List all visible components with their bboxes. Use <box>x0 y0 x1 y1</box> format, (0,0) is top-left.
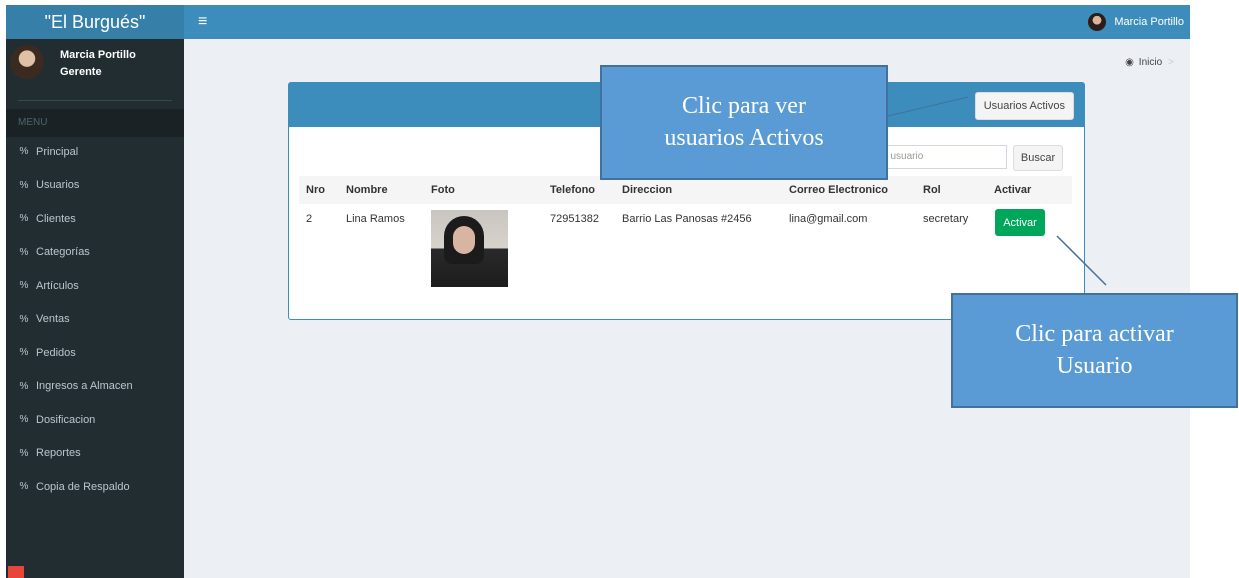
breadcrumb-separator: > <box>1168 57 1174 68</box>
sidebar-item-label: Principal <box>36 145 79 158</box>
sidebar-item-articulos[interactable]: % Artículos <box>6 269 184 303</box>
sidebar-item-label: Artículos <box>36 279 79 292</box>
user-avatar <box>10 45 44 79</box>
sidebar-item-categorias[interactable]: % Categorías <box>6 236 184 270</box>
column-header-correo: Correo Electronico <box>789 184 889 196</box>
sidebar-item-label: Categorías <box>36 246 90 259</box>
search-button[interactable]: Buscar <box>1013 145 1063 171</box>
column-header-direccion: Direccion <box>622 184 673 196</box>
callout-text: Clic para ver usuarios Activos <box>664 91 823 153</box>
callout-view-active-users: Clic para ver usuarios Activos <box>600 65 888 180</box>
divider <box>18 100 172 101</box>
sidebar-item-label: Ventas <box>36 313 70 326</box>
sidebar-item-label: Pedidos <box>36 346 76 359</box>
sidebar-item-dosificacion[interactable]: % Dosificacion <box>6 403 184 437</box>
link-icon: % <box>19 246 29 258</box>
active-users-button[interactable]: Usuarios Activos <box>974 92 1074 120</box>
app-window: "El Burgués" ≡ Marcia Portillo Marcia Po… <box>6 5 1190 578</box>
table-header <box>299 176 1072 204</box>
dashboard-icon: ◉ <box>1125 57 1134 68</box>
breadcrumb: ◉ Inicio > <box>1125 57 1174 68</box>
link-icon: % <box>19 146 29 158</box>
sidebar-item-label: Usuarios <box>36 179 80 192</box>
sidebar-user-role: Gerente <box>60 66 102 78</box>
sidebar-item-usuarios[interactable]: % Usuarios <box>6 169 184 203</box>
sidebar-item-principal[interactable]: % Principal <box>6 135 184 169</box>
hamburger-menu-icon[interactable]: ≡ <box>198 12 207 32</box>
user-panel: Marcia Portillo Gerente <box>6 39 184 99</box>
callout-activate-user: Clic para activar Usuario <box>951 293 1238 408</box>
callout-line: usuarios Activos <box>664 124 824 151</box>
cell-nro: 2 <box>306 213 313 225</box>
callout-line: Clic para ver <box>682 93 806 120</box>
sidebar-item-ingresos[interactable]: % Ingresos a Almacen <box>6 370 184 404</box>
link-icon: % <box>19 380 29 392</box>
photo-face <box>453 226 475 254</box>
sidebar-item-label: Dosificacion <box>36 413 96 426</box>
sidebar: Marcia Portillo Gerente MENU % Principal … <box>6 39 184 578</box>
activate-user-button[interactable]: Activar <box>995 209 1045 236</box>
sidebar-item-label: Reportes <box>36 447 81 460</box>
column-header-foto: Foto <box>431 184 455 196</box>
sidebar-item-respaldo[interactable]: % Copia de Respaldo <box>6 470 184 504</box>
link-icon: % <box>19 447 29 459</box>
column-header-rol: Rol <box>923 184 941 196</box>
top-navbar: ≡ Marcia Portillo <box>184 5 1190 39</box>
sidebar-item-pedidos[interactable]: % Pedidos <box>6 336 184 370</box>
callout-text: Clic para activar Usuario <box>1015 319 1174 381</box>
user-menu-name: Marcia Portillo <box>1114 16 1184 28</box>
sidebar-item-label: Copia de Respaldo <box>36 480 130 493</box>
sidebar-item-label: Clientes <box>36 212 76 225</box>
user-photo <box>431 210 508 287</box>
link-icon: % <box>19 213 29 225</box>
sidebar-menu: % Principal % Usuarios % Clientes % Categorí… <box>6 135 184 504</box>
sidebar-item-reportes[interactable]: % Reportes <box>6 437 184 471</box>
brand-logo[interactable]: "El Burgués" <box>6 5 184 39</box>
link-icon: % <box>19 347 29 359</box>
column-header-nombre: Nombre <box>346 184 388 196</box>
app-corner-icon[interactable] <box>8 566 24 578</box>
link-icon: % <box>19 414 29 426</box>
sidebar-item-label: Ingresos a Almacen <box>36 380 133 393</box>
callout-line: Clic para activar <box>1015 321 1174 348</box>
column-header-telefono: Telefono <box>550 184 596 196</box>
sidebar-item-ventas[interactable]: % Ventas <box>6 303 184 337</box>
breadcrumb-home[interactable]: Inicio <box>1139 57 1162 68</box>
cell-telefono: 72951382 <box>550 213 599 225</box>
cell-direccion: Barrio Las Panosas #2456 <box>622 213 752 225</box>
link-icon: % <box>19 481 29 493</box>
link-icon: % <box>19 179 29 191</box>
link-icon: % <box>19 280 29 292</box>
sidebar-user-name: Marcia Portillo <box>60 49 136 61</box>
user-menu[interactable]: Marcia Portillo <box>1088 10 1184 34</box>
menu-header: MENU <box>6 109 184 137</box>
callout-line: Usuario <box>1056 352 1133 379</box>
cell-rol: secretary <box>923 213 969 225</box>
sidebar-item-clientes[interactable]: % Clientes <box>6 202 184 236</box>
cell-nombre: Lina Ramos <box>346 213 405 225</box>
avatar <box>1088 13 1107 31</box>
column-header-activar: Activar <box>994 184 1032 196</box>
column-header-nro: Nro <box>306 184 325 196</box>
link-icon: % <box>19 313 29 325</box>
cell-correo: lina@gmail.com <box>789 213 868 225</box>
